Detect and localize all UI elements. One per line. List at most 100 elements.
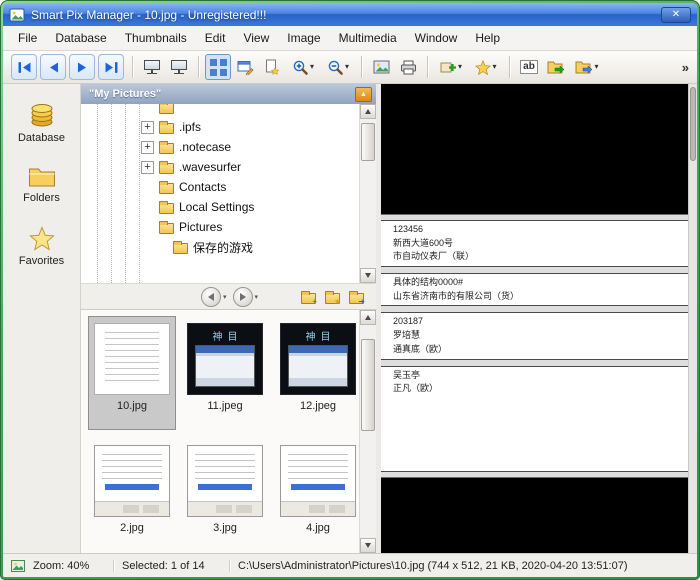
thumbnail-2jpg[interactable]: 2.jpg [88,438,176,552]
tree-item-ipfs[interactable]: + .ipfs [81,117,359,137]
tree-item-wavesurfer[interactable]: +.wavesurfer [81,157,359,177]
expand-icon[interactable]: + [141,161,154,174]
status-zoom: Zoom: 40% [25,560,113,572]
scan-text-line: 203187 [393,316,676,328]
menu-image[interactable]: Image [278,28,329,48]
scroll-up-icon [365,315,371,320]
dropdown-caret-icon[interactable]: ▾ [594,63,598,71]
back-dropdown-caret[interactable]: ▾ [223,293,227,301]
next-image-button[interactable] [69,54,95,80]
favorites-add-button[interactable]: ▾ [469,54,503,80]
folder-panel-header: "My Pictures" ▲ [81,84,376,104]
preview-scrollbar[interactable] [688,84,697,553]
zoom-in-button[interactable]: ▾ [286,54,320,80]
new-image-button[interactable] [259,54,285,80]
rename-button[interactable]: ab [516,54,542,80]
tree-item-label: .ipfs [179,120,201,134]
toolbar-overflow-button[interactable]: » [682,60,689,75]
slideshow-settings-button[interactable] [166,54,192,80]
add-files-button[interactable]: ▾ [434,54,468,80]
folder-favorites-button[interactable]: ★ [320,286,344,308]
window-title: Smart Pix Manager - 10.jpg - Unregistere… [31,8,655,22]
folder-icon [173,243,188,254]
scroll-down-button[interactable] [360,538,376,553]
menu-database[interactable]: Database [46,28,115,48]
sidebar-item-folders[interactable]: Folders [23,166,60,204]
tree-item-saved-games[interactable]: 保存的游戏 [81,237,359,257]
scroll-thumb[interactable] [361,339,375,431]
scroll-up-button[interactable] [360,104,376,119]
forward-button[interactable] [233,287,253,307]
folder-tree: +.ipfs +.notecase +.wavesurfer Contacts … [81,104,359,283]
folder-icon [159,223,174,234]
image-editor-button[interactable] [232,54,258,80]
title-bar[interactable]: Smart Pix Manager - 10.jpg - Unregistere… [3,3,697,26]
scan-text-line: 市自动仪表厂（联） [393,251,676,263]
close-button[interactable]: ✕ [661,7,691,23]
dropdown-caret-icon[interactable]: ▾ [492,63,496,71]
image-editor-icon [237,60,254,75]
scan-text-line: 罗培慧 [393,330,676,342]
menu-view[interactable]: View [234,28,278,48]
slideshow-button[interactable] [139,54,165,80]
sidebar-item-favorites[interactable]: Favorites [19,226,64,267]
thumbnail-image [187,445,263,517]
browse-folder-button[interactable]: + [296,286,320,308]
forward-dropdown-caret[interactable]: ▾ [255,293,259,301]
thumbnail-12jpeg[interactable]: 神目 12.jpeg [274,316,359,430]
thumbnail-4jpg[interactable]: 4.jpg [274,438,359,552]
thumbnail-overlay-text: 神目 [306,328,336,343]
dropdown-caret-icon[interactable]: ▾ [345,63,349,71]
export-folder-button[interactable]: ▾ [570,54,604,80]
scan-text-line: 吴玉亭 [393,370,676,382]
dropdown-caret-icon[interactable]: ▾ [458,63,462,71]
menu-file[interactable]: File [9,28,46,48]
scroll-track[interactable] [360,119,376,268]
status-bar: Zoom: 40% Selected: 1 of 14 C:\Users\Adm… [3,553,697,577]
menu-help[interactable]: Help [466,28,509,48]
last-icon [104,61,119,74]
export-image-button[interactable] [368,54,394,80]
preview-pane[interactable]: 123456 新西大道600号 市自动仪表厂（联） 具体的结构0000# 山东省… [381,84,697,553]
sidebar-item-label: Favorites [19,255,64,267]
sidebar-item-database[interactable]: Database [18,100,65,144]
thumbnail-view-button[interactable] [205,54,231,80]
expand-icon[interactable]: + [141,141,154,154]
scroll-track[interactable] [360,325,376,538]
menu-window[interactable]: Window [406,28,467,48]
thumbnail-10jpg[interactable]: 10.jpg [88,316,176,430]
zoom-out-button[interactable]: ▾ [321,54,355,80]
expand-icon[interactable]: + [141,121,154,134]
menu-edit[interactable]: Edit [196,28,235,48]
menu-multimedia[interactable]: Multimedia [330,28,406,48]
scroll-up-button[interactable] [360,310,376,325]
back-button[interactable] [201,287,221,307]
scroll-thumb[interactable] [690,87,696,161]
tree-item-local-settings[interactable]: Local Settings [81,197,359,217]
move-folder-button[interactable] [543,54,569,80]
tree-item-notecase[interactable]: +.notecase [81,137,359,157]
thumbnail-11jpeg[interactable]: 神目 11.jpeg [181,316,269,430]
menu-thumbnails[interactable]: Thumbnails [116,28,196,48]
scroll-down-button[interactable] [360,268,376,283]
tree-scrollbar[interactable] [359,104,376,283]
first-image-button[interactable] [11,54,37,80]
tree-item-pictures[interactable]: Pictures [81,217,359,237]
previous-image-button[interactable] [40,54,66,80]
scan-text-line: 123456 [393,224,676,236]
folder-go-button[interactable]: ➜ [344,286,368,308]
scan-row: 203187 罗培慧 通真底（欧） [381,312,688,359]
tree-item-contacts[interactable]: Contacts [81,177,359,197]
back-icon [208,293,214,301]
scroll-thumb[interactable] [361,123,375,161]
rename-ab-icon: ab [520,60,538,74]
thumbnail-scrollbar[interactable] [359,310,376,553]
status-image-icon [11,560,25,572]
thumbnail-overlay-text: 神目 [213,328,243,343]
collapse-panel-button[interactable]: ▲ [355,87,372,102]
last-image-button[interactable] [98,54,124,80]
print-button[interactable] [395,54,421,80]
dropdown-caret-icon[interactable]: ▾ [310,63,314,71]
thumbnail-3jpg[interactable]: 3.jpg [181,438,269,552]
first-icon [17,61,32,74]
